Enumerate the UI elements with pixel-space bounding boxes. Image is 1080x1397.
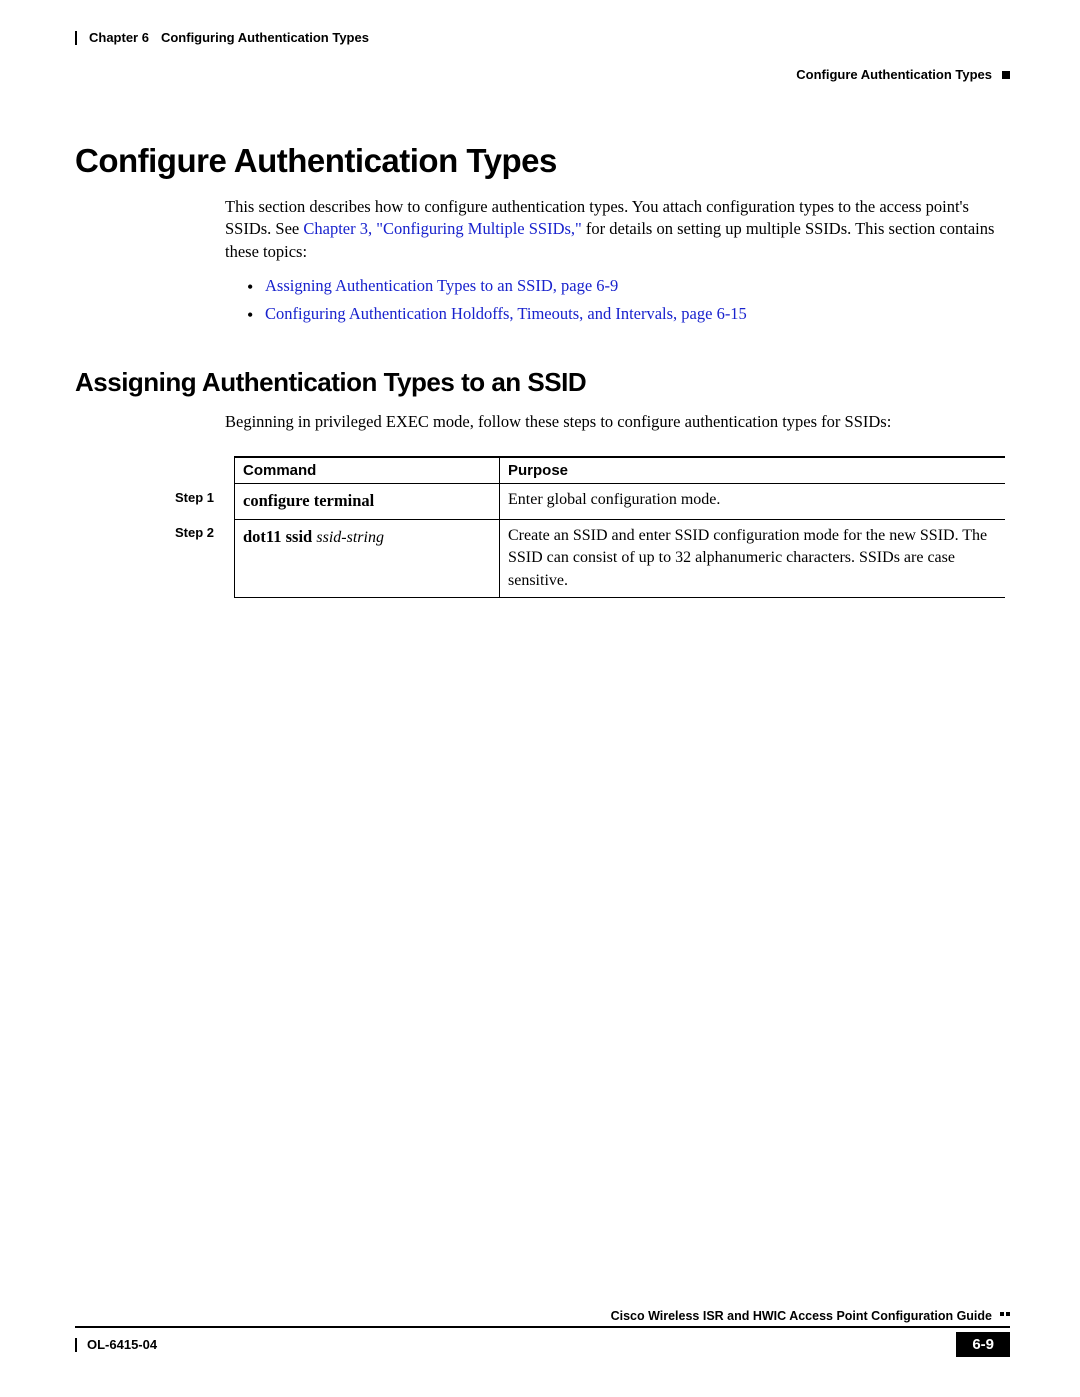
vertical-bar-icon xyxy=(75,31,77,45)
command-text: configure terminal xyxy=(243,491,374,510)
col-header-command: Command xyxy=(235,457,500,484)
page-header: Chapter 6 Configuring Authentication Typ… xyxy=(75,30,1010,45)
purpose-text: Create an SSID and enter SSID configurat… xyxy=(500,519,1006,597)
command-text: dot11 ssid xyxy=(243,527,316,546)
intro-paragraph: This section describes how to configure … xyxy=(225,196,1010,325)
guide-title: Cisco Wireless ISR and HWIC Access Point… xyxy=(611,1309,992,1323)
square-icon xyxy=(1002,71,1010,79)
table-row: Step 2 dot11 ssid ssid-string Create an … xyxy=(175,519,1005,597)
header-right: Configure Authentication Types xyxy=(796,67,1010,82)
section-heading: Assigning Authentication Types to an SSI… xyxy=(75,367,1010,398)
vertical-bar-icon xyxy=(75,1338,77,1352)
command-table: Command Purpose Step 1 configure termina… xyxy=(175,456,1005,598)
step-label: Step 2 xyxy=(175,519,235,597)
doc-id: OL-6415-04 xyxy=(87,1337,157,1352)
section-intro: Beginning in privileged EXEC mode, follo… xyxy=(225,412,1010,432)
topic-link-2[interactable]: Configuring Authentication Holdoffs, Tim… xyxy=(265,304,747,323)
purpose-text: Enter global configuration mode. xyxy=(500,484,1006,519)
topic-link-1[interactable]: Assigning Authentication Types to an SSI… xyxy=(265,276,618,295)
page-number: 6-9 xyxy=(956,1332,1010,1357)
page-footer: Cisco Wireless ISR and HWIC Access Point… xyxy=(75,1309,1010,1357)
table-row: Step 1 configure terminal Enter global c… xyxy=(175,484,1005,519)
page-title: Configure Authentication Types xyxy=(75,142,1010,180)
command-arg: ssid-string xyxy=(316,529,384,546)
header-left: Chapter 6 Configuring Authentication Typ… xyxy=(75,30,369,45)
topics-list: Assigning Authentication Types to an SSI… xyxy=(247,275,1010,326)
chapter-label: Chapter 6 xyxy=(89,30,149,45)
chapter-3-link[interactable]: Chapter 3, "Configuring Multiple SSIDs," xyxy=(303,219,581,238)
chapter-title: Configuring Authentication Types xyxy=(161,30,369,45)
footer-dots-icon xyxy=(1000,1312,1010,1316)
table-header-row: Command Purpose xyxy=(175,457,1005,484)
step-label: Step 1 xyxy=(175,484,235,519)
col-header-purpose: Purpose xyxy=(500,457,1006,484)
section-title-header: Configure Authentication Types xyxy=(796,67,992,82)
